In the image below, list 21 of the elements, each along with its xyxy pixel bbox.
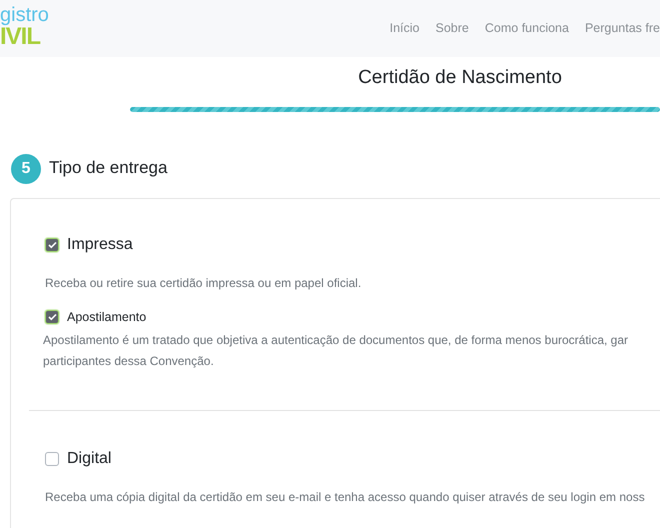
- page-title: Certidão de Nascimento: [357, 66, 563, 90]
- nav-link[interactable]: Início: [390, 19, 420, 38]
- check-icon: [48, 312, 56, 321]
- option-description: Receba uma cópia digital da certidão em seu e-mail e tenha acesso quando quiser através de seu login em noss: [45, 489, 646, 506]
- nav-link[interactable]: Perguntas fre: [584, 19, 660, 38]
- checkbox[interactable]: [45, 238, 59, 252]
- option-label: Digital: [67, 449, 112, 470]
- logo-text: gistro: [0, 4, 49, 24]
- section-heading: Tipo de entrega: [49, 158, 168, 179]
- checkbox[interactable]: [45, 310, 59, 324]
- check-icon: [48, 240, 56, 248]
- option-label: Apostilamento: [67, 308, 146, 326]
- option-description: Apostilamento é um tratado que objetiva a autenticação de documentos que, de forma menos burocrática, gar: [43, 332, 630, 350]
- logo-text: IVIL: [0, 24, 40, 48]
- nav-link[interactable]: Sobre: [436, 19, 469, 38]
- option-description: participantes dessa Convenção.: [43, 353, 215, 370]
- step-number: 5: [11, 154, 41, 184]
- nav-link[interactable]: Como funciona: [484, 19, 569, 38]
- checkbox[interactable]: [45, 452, 59, 466]
- option-description: Receba ou retire sua certidão impressa ou em papel oficial.: [45, 274, 362, 292]
- option-label: Impressa: [67, 234, 133, 254]
